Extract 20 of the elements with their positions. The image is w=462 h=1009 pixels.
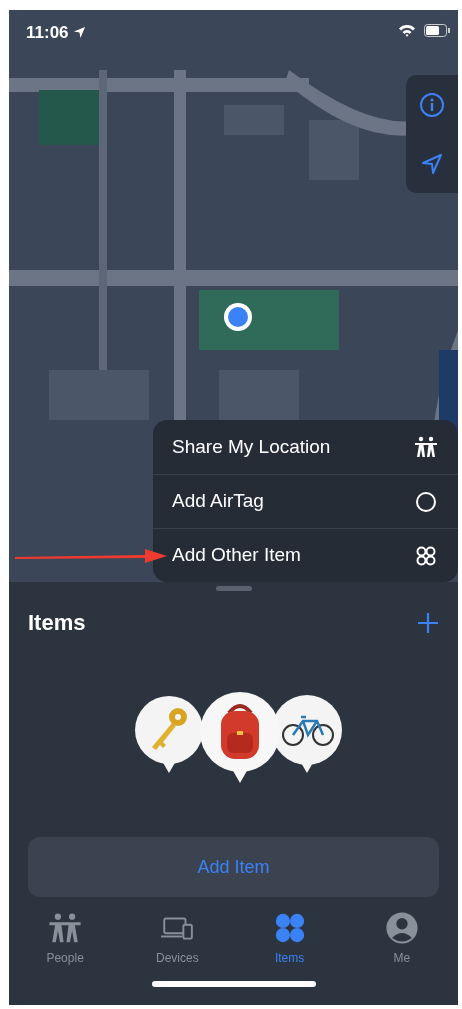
add-item-button[interactable]: Add Item [28,837,439,897]
add-button[interactable] [417,611,439,634]
tab[interactable]: Items [233,911,346,967]
status-time: 11:06 [26,22,69,44]
battery-icon [424,24,450,37]
people-icon [48,911,83,945]
current-location-dot [223,302,253,332]
person-icon [384,911,419,945]
wifi-icon [398,24,416,37]
tab[interactable]: People [9,911,122,967]
sheet-title: Items [28,609,86,637]
sheet-grabber[interactable] [215,586,252,591]
location-arrow-icon [72,26,86,40]
tab[interactable]: Me [345,911,458,967]
menu-item[interactable]: Share My Location [153,420,458,474]
menu-item[interactable]: Add AirTag [153,474,458,528]
tab[interactable]: Devices [121,911,234,967]
people-icon [414,435,438,459]
circle-icon [414,489,438,514]
key-icon [134,695,204,775]
